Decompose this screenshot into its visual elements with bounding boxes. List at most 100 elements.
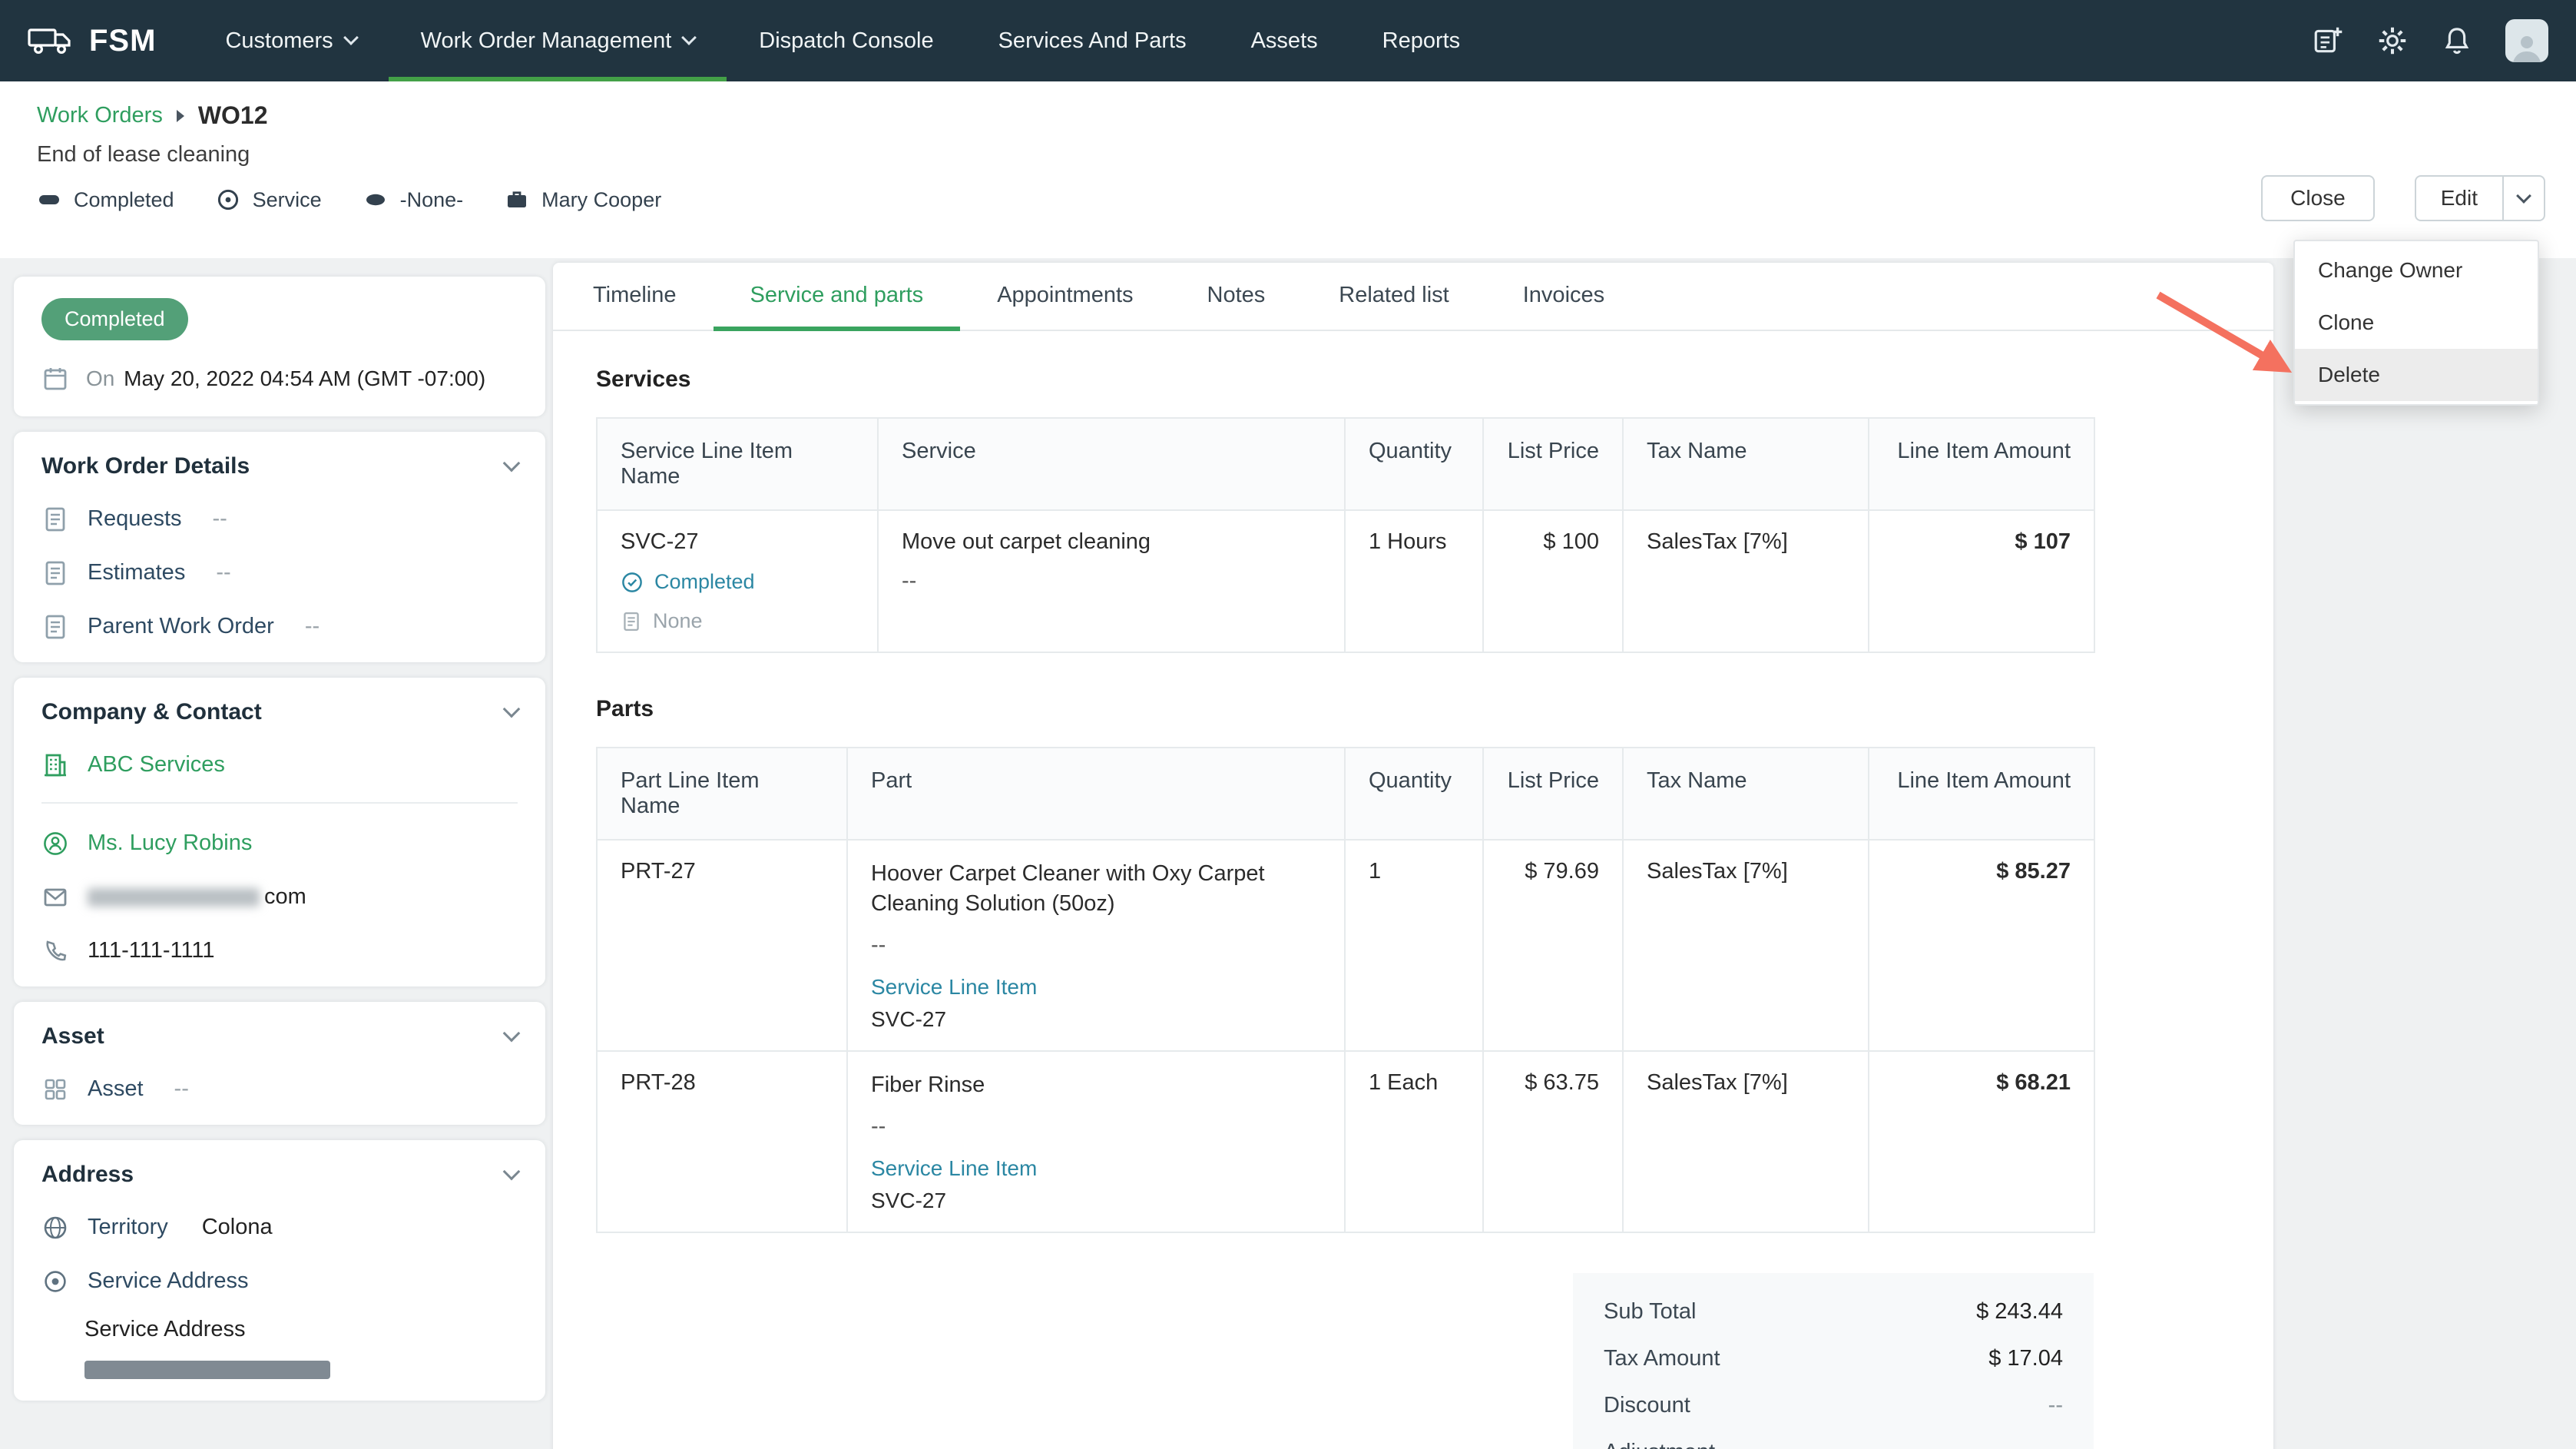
owner-badge-label: Mary Cooper [541,187,662,211]
globe-icon [41,1214,69,1242]
subtotal-label: Sub Total [1604,1299,1697,1325]
collapse-chevron-icon[interactable] [502,1162,521,1180]
service-line-item-link[interactable]: Service Line Item [871,975,1321,1000]
close-button[interactable]: Close [2261,175,2375,221]
parts-table-row: PRT-27 Hoover Carpet Cleaner with Oxy Ca… [596,839,2095,1053]
col-part: Part [846,747,1346,841]
gear-icon[interactable] [2376,25,2409,57]
adjustment-row: Adjustment -- [1604,1440,2063,1449]
col-list-price: List Price [1482,747,1624,841]
work-order-subtitle: End of lease cleaning [37,142,250,167]
service-address-row: Service Address [41,1268,518,1295]
territory-label: Territory [88,1215,168,1240]
location-target-icon [41,1268,69,1295]
breadcrumb-separator-icon [176,109,184,122]
clipped-address-text [84,1360,330,1379]
bell-icon[interactable] [2441,25,2473,57]
envelope-icon [41,884,69,911]
card-title: Company & Contact [41,698,262,724]
phone-row: 111-111-1111 [41,937,518,965]
building-icon [41,751,69,779]
company-contact-card: Company & Contact ABC Services Ms. Lucy … [14,677,545,986]
requests-row: Requests -- [41,506,518,533]
type-badge-label: Service [252,187,322,211]
part-cell: Fiber Rinse -- Service Line Item SVC-27 [846,1050,1346,1234]
services-table: Service Line Item Name Service Quantity … [596,417,2095,653]
service-line-item-name: SVC-27 [621,529,699,554]
asset-value: -- [174,1076,189,1102]
nav-item-label: Work Order Management [420,28,672,53]
contact-link[interactable]: Ms. Lucy Robins [88,831,252,856]
nav-item-label: Dispatch Console [759,28,934,53]
col-service-line-item-name: Service Line Item Name [596,417,879,511]
parent-work-order-label[interactable]: Parent Work Order [88,614,274,639]
menu-item-clone[interactable]: Clone [2295,297,2538,349]
col-tax-name: Tax Name [1622,747,1869,841]
check-circle-icon [621,571,644,594]
tab-appointments[interactable]: Appointments [960,263,1170,331]
nav-item-assets[interactable]: Assets [1219,0,1350,81]
status-pill-icon [37,187,61,212]
chevron-down-icon [2516,188,2531,204]
tab-invoices[interactable]: Invoices [1486,263,1641,331]
col-service: Service [877,417,1346,511]
col-quantity: Quantity [1344,747,1484,841]
tab-service-and-parts[interactable]: Service and parts [713,263,961,331]
compose-icon[interactable] [2312,25,2344,57]
subtotal-row: Sub Total $ 243.44 [1604,1299,2063,1325]
line-item-amount-cell: $ 107 [1868,509,2095,653]
nav-item-label: Services And Parts [998,28,1187,53]
service-address-link[interactable]: Service Address [88,1268,249,1294]
quantity-cell: 1 Hours [1344,509,1484,653]
service-line-item-cell: SVC-27 Completed None [596,509,879,653]
app-logo[interactable]: FSM [28,0,156,81]
nav-item-reports[interactable]: Reports [1350,0,1493,81]
tax-name-cell: SalesTax [7%] [1622,839,1869,1053]
status-badge-label: Completed [74,187,174,211]
service-line-item-link[interactable]: Service Line Item [871,1156,1321,1181]
menu-item-change-owner[interactable]: Change Owner [2295,244,2538,297]
person-icon [41,830,69,857]
edit-button[interactable]: Edit [2416,177,2502,220]
estimates-label[interactable]: Estimates [88,560,185,585]
asset-row: Asset -- [41,1076,518,1103]
company-link[interactable]: ABC Services [88,752,225,778]
part-line-item-cell: PRT-27 [596,839,848,1053]
part-cell: Hoover Carpet Cleaner with Oxy Carpet Cl… [846,839,1346,1053]
status-card: Completed On May 20, 2022 04:54 AM (GMT … [14,277,545,416]
col-quantity: Quantity [1344,417,1484,511]
collapse-chevron-icon[interactable] [502,1024,521,1042]
quantity-cell: 1 Each [1344,1050,1484,1234]
adjustment-value: -- [2048,1440,2063,1449]
tax-amount-value: $ 17.04 [1988,1346,2063,1371]
nav-item-customers[interactable]: Customers [193,0,388,81]
brand-name: FSM [89,23,157,58]
nav-item-work-order-management[interactable]: Work Order Management [388,0,727,81]
nav-item-dispatch-console[interactable]: Dispatch Console [727,0,965,81]
asset-label[interactable]: Asset [88,1076,144,1102]
line-item-status[interactable]: Completed [621,570,854,594]
tab-notes[interactable]: Notes [1170,263,1303,331]
tab-timeline[interactable]: Timeline [556,263,714,331]
services-header-row: Service Line Item Name Service Quantity … [596,417,2095,511]
chevron-down-icon [681,30,697,45]
nav-item-services-and-parts[interactable]: Services And Parts [966,0,1219,81]
edit-dropdown-toggle[interactable] [2502,177,2544,220]
tax-name-cell: SalesTax [7%] [1622,1050,1869,1234]
status-badge: Completed [37,187,174,212]
completed-status-pill: Completed [41,298,188,340]
menu-item-delete[interactable]: Delete [2295,349,2538,401]
address-card: Address Territory Colona Service Address… [14,1139,545,1401]
nav-item-label: Reports [1382,28,1461,53]
requests-label[interactable]: Requests [88,506,182,532]
tax-amount-label: Tax Amount [1604,1346,1720,1371]
breadcrumb-work-orders-link[interactable]: Work Orders [37,103,163,128]
phone-value: 111-111-1111 [88,938,215,963]
avatar[interactable] [2505,19,2548,62]
discount-value: -- [2048,1393,2063,1418]
collapse-chevron-icon[interactable] [502,454,521,472]
discount-label: Discount [1604,1393,1690,1418]
collapse-chevron-icon[interactable] [502,700,521,718]
card-title: Address [41,1161,134,1187]
tab-related-list[interactable]: Related list [1302,263,1485,331]
